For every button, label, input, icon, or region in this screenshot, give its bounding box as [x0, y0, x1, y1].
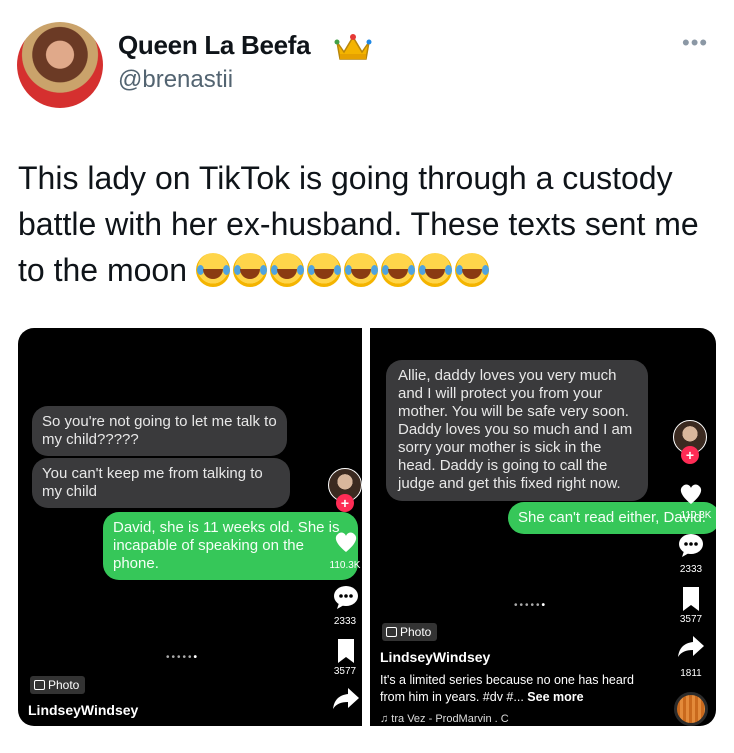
photo-label-text: Photo — [400, 625, 432, 639]
bookmark-icon[interactable] — [336, 638, 356, 664]
carousel-dots: •••••• — [166, 652, 199, 663]
heart-icon[interactable] — [678, 482, 704, 506]
photo-label-text: Photo — [48, 678, 80, 692]
face-with-tears-of-joy-icon — [232, 253, 267, 287]
carousel-dots: •••••• — [514, 600, 547, 611]
comment-count: 2333 — [333, 616, 357, 627]
media-image-left[interactable]: So you're not going to let me talk to my… — [18, 328, 362, 726]
comment-icon[interactable] — [678, 532, 704, 558]
photo-icon — [386, 627, 397, 637]
photo-label: Photo — [382, 623, 438, 641]
share-count: 1811 — [680, 668, 702, 679]
message-bubble-received: You can't keep me from talking to my chi… — [32, 458, 290, 508]
media-image-right[interactable]: Allie, daddy loves you very much and I w… — [370, 328, 716, 726]
face-with-tears-of-joy-icon — [417, 253, 452, 287]
tweet-text: This lady on TikTok is going through a c… — [18, 155, 718, 299]
face-with-tears-of-joy-icon — [269, 253, 304, 287]
save-count: 3577 — [679, 614, 703, 625]
like-count: 110.3K — [680, 510, 712, 521]
creator-username[interactable]: LindseyWindsey — [28, 702, 138, 718]
author-display-name[interactable]: Queen La Beefa — [118, 30, 311, 61]
author-handle[interactable]: @brenastii — [118, 66, 233, 94]
photo-icon — [34, 680, 45, 690]
save-count: 3577 — [333, 666, 357, 677]
bookmark-icon[interactable] — [681, 586, 701, 612]
creator-username[interactable]: LindseyWindsey — [380, 649, 490, 665]
post-caption: It's a limited series because no one has… — [380, 672, 660, 706]
carousel-dots-inactive: ••••• — [514, 600, 542, 611]
face-with-tears-of-joy-icon — [306, 253, 341, 287]
follow-plus-icon[interactable]: + — [336, 494, 354, 512]
face-with-tears-of-joy-icon — [195, 253, 230, 287]
message-bubble-sent: David, she is 11 weeks old. She is incap… — [103, 512, 358, 580]
follow-plus-icon[interactable]: + — [681, 446, 699, 464]
emoji-row — [195, 253, 492, 299]
face-with-tears-of-joy-icon — [380, 253, 415, 287]
carousel-dot-active: • — [541, 600, 548, 611]
author-avatar[interactable] — [17, 22, 103, 108]
caption-text: It's a limited series because no one has… — [380, 673, 634, 704]
carousel-dots-inactive: ••••• — [166, 652, 194, 663]
heart-icon[interactable] — [333, 530, 359, 554]
tweet-media[interactable]: So you're not going to let me talk to my… — [18, 328, 716, 726]
music-credit[interactable]: ♫ tra Vez - ProdMarvin . C — [380, 713, 509, 725]
like-count: 110.3K — [329, 560, 361, 571]
share-arrow-icon[interactable] — [677, 634, 705, 658]
share-arrow-icon[interactable] — [332, 686, 360, 710]
carousel-dot-active: • — [193, 652, 200, 663]
music-disc-icon[interactable] — [674, 692, 708, 726]
message-bubble-received: So you're not going to let me talk to my… — [32, 406, 287, 456]
message-bubble-received: Allie, daddy loves you very much and I w… — [386, 360, 648, 501]
comment-icon[interactable] — [333, 584, 359, 610]
face-with-tears-of-joy-icon — [343, 253, 378, 287]
photo-label: Photo — [30, 676, 86, 694]
see-more-link[interactable]: See more — [527, 690, 583, 704]
comment-count: 2333 — [679, 564, 703, 575]
face-with-tears-of-joy-icon — [454, 253, 489, 287]
more-options-icon[interactable]: ••• — [682, 30, 708, 56]
crown-icon — [334, 34, 372, 60]
